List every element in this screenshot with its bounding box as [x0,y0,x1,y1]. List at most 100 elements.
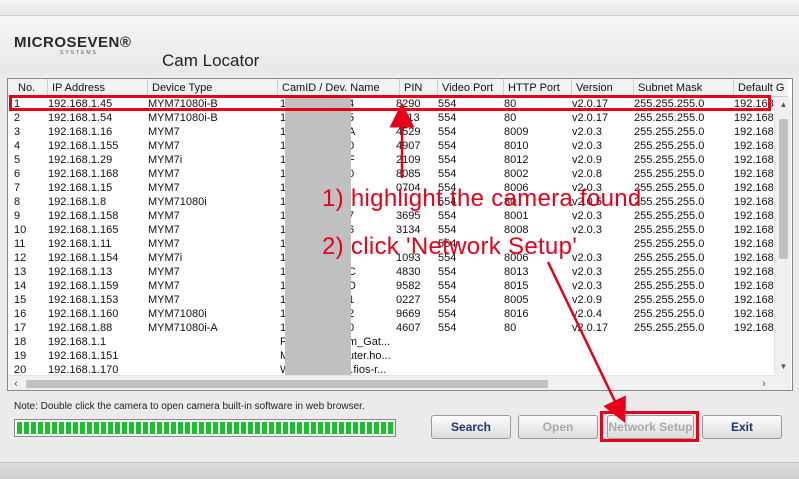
table-cell: 192.168.1.153 [48,294,119,306]
table-row[interactable]: 4 192.168.1.155 MYM7 1 0 4907 554 8010 v2.0.3 255… [8,139,774,153]
column-header[interactable]: Version [572,79,634,97]
table-cell: 5 [14,154,21,166]
table-cell: 0113 [396,112,420,124]
table-cell: 0 [348,322,355,334]
table-cell: v2.0.17 [572,112,609,124]
horizontal-scrollbar[interactable]: ‹ › [8,375,774,390]
scroll-down-icon[interactable]: ▼ [775,359,792,375]
table-cell [500,335,568,349]
table-row[interactable]: 15 192.168.1.153 MYM7 1 1 0227 554 8005 v2.0.9 25… [8,293,774,307]
table-cell [568,237,630,251]
table-cell: 8008 [504,224,529,236]
table-cell: 1 [14,98,21,110]
app-title: Cam Locator [162,51,260,70]
vertical-scrollbar[interactable]: ▲ ▼ [774,97,791,375]
table-cell: v2.0.3 [572,140,602,152]
table-row[interactable]: 12 192.168.1.154 MYM7i 1 1093 554 8006 v2.0.3 25… [8,251,774,265]
table-row[interactable]: 17 192.168.1.88 MYM71080i-A 1 0 4607 554 80 v2.0… [8,321,774,335]
table-cell: v2.0.3 [572,280,602,292]
table-cell [344,363,394,375]
app-header: MICROSEVEN® SYSTEMS Cam Locator [0,16,799,74]
table-cell: 255.255.255.0 [634,154,705,166]
table-row[interactable]: 3 192.168.1.16 MYM7 1 A 4529 554 8009 v2.0.3 255.… [8,125,774,139]
search-button[interactable]: Search [431,415,511,439]
table-row[interactable]: 10 192.168.1.165 MYM7 1 6 3134 554 8008 v2.0.3 25… [8,223,774,237]
column-header[interactable]: PIN [400,79,438,97]
table-row[interactable]: 14 192.168.1.159 MYM7 1 D 9582 554 8015 v2.0.3 25… [8,279,774,293]
camera-list-table[interactable]: No. IP Address Device Type CamID / Dev. Nam… [7,78,793,391]
table-row[interactable]: 11 192.168.1.11 MYM7 1 554 255.255.255.0 192.1… [8,237,774,251]
table-cell: 0704 [396,182,421,194]
table-cell [568,349,630,363]
table-cell: 192.168.1.54 [48,112,113,124]
table-cell: 192.168. [734,266,774,278]
table-cell: 7 [348,210,355,222]
table-row[interactable]: 6 192.168.1.168 MYM7 1 0 8085 554 8002 v2.0.8 255… [8,167,774,181]
column-header[interactable]: Default G [734,79,792,97]
table-cell: 554 [438,196,457,208]
table-row[interactable]: 9 192.168.1.158 MYM7 1 7 3695 554 8001 v2.0.3 255… [8,209,774,223]
table-cell: MYM71080i-A [148,322,218,334]
table-cell [434,335,500,349]
table-cell: 255.255.255.0 [634,294,705,306]
table-row[interactable]: 13 192.168.1.13 MYM7 1 C 4830 554 8013 v2.0.3 255… [8,265,774,279]
table-row[interactable]: 7 192.168.1.15 MYM7 1 0704 554 8006 v2.0.3 255.2… [8,181,774,195]
column-header[interactable]: IP Address [48,79,148,97]
table-cell: 192.168.1.29 [48,154,113,166]
table-cell [344,251,394,265]
open-button[interactable]: Open [518,415,598,439]
table-cell [500,349,568,363]
table-cell: 554 [438,154,457,166]
scan-progress-bar [14,419,396,437]
table-cell: MYM7 [148,168,180,180]
table-row[interactable]: 5 192.168.1.29 MYM7i 1 F 2109 554 8012 v2.0.9 255… [8,153,774,167]
table-cell: 192.168.1.155 [48,140,119,152]
table-cell: 192.168. [734,140,774,152]
table-row[interactable]: 1 192.168.1.45 MYM71080i-B 1 4 8290 554 80 v2.0.… [8,97,774,111]
column-header[interactable]: Video Port [438,79,504,97]
table-cell: 192.168.1.158 [48,210,119,222]
table-cell: MYM7 [148,126,180,138]
table-row[interactable]: 20192.168.1.170WNDR3400v3.fios-r... [8,363,774,375]
table-cell: 12 [14,252,27,264]
table-cell: 8085 [396,168,421,180]
table-cell: 192.168. [734,154,774,166]
column-header[interactable]: HTTP Port [504,79,572,97]
table-cell: 192.168.1.168 [48,168,119,180]
table-cell: 8001 [504,210,529,222]
table-cell: v2.0.3 [572,252,602,264]
table-body[interactable]: 1 192.168.1.45 MYM71080i-B 1 4 8290 554 80 v2.0.… [8,97,774,375]
table-cell: 192.168. [734,252,774,264]
horizontal-scroll-thumb[interactable] [26,380,548,388]
table-cell: 554 [438,126,457,138]
column-header[interactable]: Subnet Mask [634,79,734,97]
redaction-block [285,97,351,375]
table-cell: v2.0.9 [572,294,602,306]
table-cell [630,349,730,363]
table-row[interactable]: 16 192.168.1.160 MYM71080i 1 2 9669 554 8016 v2.… [8,307,774,321]
table-row[interactable]: 8 192.168.1.8 MYM71080i 1 554 80 v2.0.5 255.255… [8,195,774,209]
column-header[interactable]: Device Type [148,79,278,97]
exit-button[interactable]: Exit [702,415,782,439]
column-header[interactable]: CamID / Dev. Name [278,79,400,97]
table-cell [630,363,730,375]
table-row[interactable]: 18192.168.1.1FIOS_Quantum_Gat... [8,335,774,349]
network-setup-button[interactable]: Network Setup [607,415,694,439]
microseven-logo: MICROSEVEN® SYSTEMS [14,35,131,56]
table-cell: 554 [438,308,457,320]
scroll-up-icon[interactable]: ▲ [775,97,792,113]
table-row[interactable]: 2 192.168.1.54 MYM71080i-B 1 5 0113 554 80 v2.0.… [8,111,774,125]
column-header[interactable]: No. [14,79,48,97]
scroll-left-icon[interactable]: ‹ [8,376,24,390]
table-cell: 554 [438,294,457,306]
table-cell: 554 [438,252,457,264]
scroll-right-icon[interactable]: › [756,376,772,390]
table-cell: MYM7 [148,224,180,236]
table-cell: 192.168. [734,168,774,180]
table-cell: v2.0.8 [572,168,602,180]
table-cell: 8016 [504,308,529,320]
table-row[interactable]: 19192.168.1.151M7Dell.fios-router.ho... [8,349,774,363]
vertical-scroll-thumb[interactable] [779,119,788,259]
table-cell: 554 [438,322,457,334]
logo-subtext: SYSTEMS [60,50,98,56]
